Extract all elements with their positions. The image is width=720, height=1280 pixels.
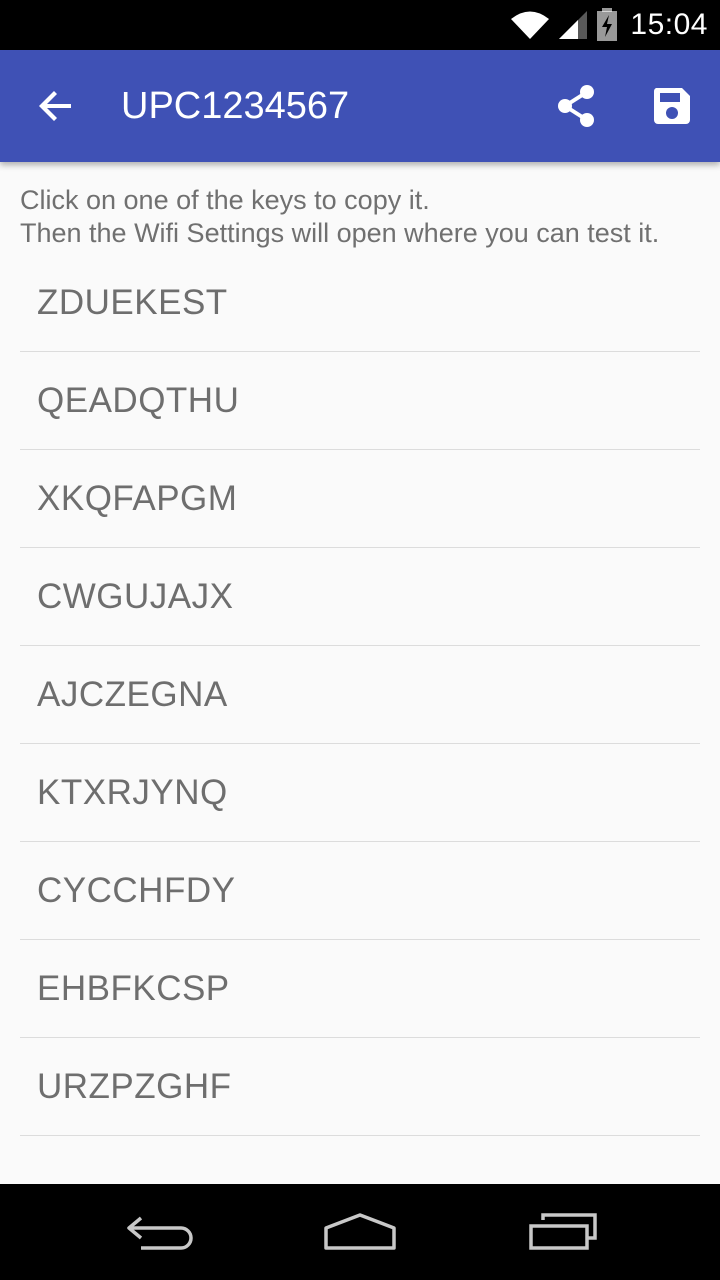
nav-home-button[interactable]: [320, 1202, 400, 1262]
instructions: Click on one of the keys to copy it. The…: [20, 184, 710, 250]
page-title: UPC1234567: [121, 85, 350, 127]
battery-charging-icon: [597, 8, 618, 41]
home-icon: [324, 1213, 396, 1250]
key-item[interactable]: URZPZGHF: [20, 1038, 700, 1136]
nav-recents-button[interactable]: [522, 1202, 602, 1262]
key-item[interactable]: CYCCHFDY: [20, 842, 700, 940]
back-arrow-icon: [39, 91, 71, 121]
navigation-bar: [0, 1184, 720, 1280]
wifi-icon: [511, 11, 550, 39]
status-bar: 15:04: [0, 0, 720, 50]
share-button[interactable]: [548, 78, 604, 134]
save-button[interactable]: [644, 78, 700, 134]
key-item[interactable]: EHBFKCSP: [20, 940, 700, 1038]
key-item[interactable]: XKQFAPGM: [20, 450, 700, 548]
back-icon: [127, 1216, 193, 1250]
instructions-line-2: Then the Wifi Settings will open where y…: [20, 218, 660, 248]
share-icon: [558, 85, 594, 127]
key-item[interactable]: AJCZEGNA: [20, 646, 700, 744]
key-item[interactable]: QEADQTHU: [20, 352, 700, 450]
status-icons: 15:04: [510, 0, 708, 50]
key-item[interactable]: KTXRJYNQ: [20, 744, 700, 842]
nav-back-button[interactable]: [120, 1202, 200, 1262]
key-item[interactable]: ZDUEKEST: [20, 254, 700, 352]
key-item[interactable]: CWGUJAJX: [20, 548, 700, 646]
cell-signal-icon: [559, 11, 588, 39]
key-list: ZDUEKEST QEADQTHU XKQFAPGM CWGUJAJX AJCZ…: [20, 254, 700, 1136]
status-time: 15:04: [630, 8, 708, 41]
recents-icon: [529, 1213, 597, 1250]
app-toolbar: UPC1234567: [0, 50, 720, 162]
instructions-line-1: Click on one of the keys to copy it.: [20, 185, 430, 215]
save-icon: [653, 88, 690, 124]
back-button[interactable]: [28, 78, 84, 134]
